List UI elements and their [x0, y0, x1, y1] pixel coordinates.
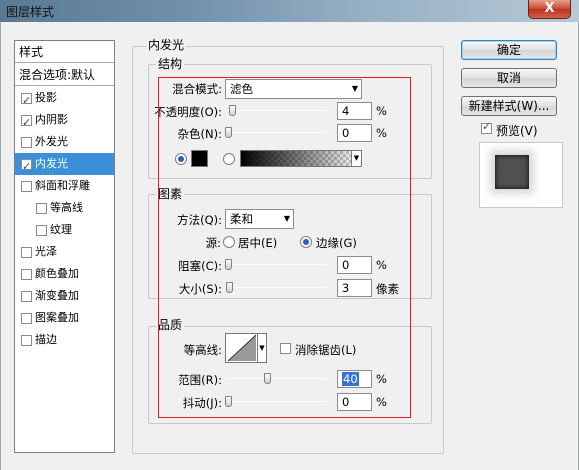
- style-item[interactable]: 图案叠加: [15, 307, 114, 329]
- style-item[interactable]: 描边: [15, 329, 114, 351]
- style-item[interactable]: 渐变叠加: [15, 285, 114, 307]
- style-item[interactable]: 内发光: [15, 153, 114, 178]
- close-icon: X: [544, 1, 555, 16]
- style-item-label: 斜面和浮雕: [35, 179, 90, 192]
- style-item-label: 外发光: [35, 135, 68, 148]
- style-item-label: 纹理: [50, 223, 72, 236]
- blend-options-item[interactable]: 混合选项:默认: [15, 64, 114, 86]
- style-item[interactable]: 外发光: [15, 131, 114, 153]
- style-item[interactable]: 纹理: [15, 219, 114, 241]
- style-item-checkbox[interactable]: [21, 90, 32, 112]
- title-bar[interactable]: 图层样式: [0, 0, 579, 22]
- style-item-checkbox[interactable]: [21, 112, 32, 134]
- style-item-label: 内阴影: [35, 113, 68, 126]
- style-item-checkbox[interactable]: [36, 225, 47, 236]
- style-item-label: 图案叠加: [35, 311, 79, 324]
- window-title: 图层样式: [6, 5, 55, 19]
- style-item[interactable]: 颜色叠加: [15, 263, 114, 285]
- style-item[interactable]: 内阴影: [15, 109, 114, 134]
- cancel-button[interactable]: 取消: [461, 68, 557, 88]
- style-item-label: 光泽: [35, 245, 57, 258]
- style-item-checkbox[interactable]: [21, 313, 32, 324]
- style-item[interactable]: 投影: [15, 87, 114, 112]
- style-item-label: 颜色叠加: [35, 267, 79, 280]
- style-item[interactable]: 等高线: [15, 197, 114, 219]
- ok-button[interactable]: 确定: [461, 40, 557, 60]
- style-item-checkbox[interactable]: [21, 247, 32, 258]
- style-item-checkbox[interactable]: [21, 291, 32, 302]
- style-item-label: 描边: [35, 333, 57, 346]
- style-item-checkbox[interactable]: [21, 137, 32, 148]
- style-item-label: 渐变叠加: [35, 289, 79, 302]
- preview-label: 预览(V): [496, 124, 538, 138]
- style-item-checkbox[interactable]: [21, 156, 32, 178]
- style-item-label: 内发光: [35, 157, 68, 170]
- style-item[interactable]: 光泽: [15, 241, 114, 263]
- preview-checkbox[interactable]: [481, 120, 492, 134]
- structure-title: 结构: [156, 57, 185, 71]
- highlight-annotation-box: [158, 77, 411, 418]
- style-item-checkbox[interactable]: [36, 203, 47, 214]
- close-button[interactable]: X: [528, 0, 571, 19]
- panel-title: 内发光: [146, 38, 187, 52]
- preview-swatch: [495, 155, 529, 189]
- style-item-checkbox[interactable]: [21, 181, 32, 192]
- new-style-button[interactable]: 新建样式(W)...: [461, 96, 557, 116]
- style-item[interactable]: 斜面和浮雕: [15, 175, 114, 197]
- style-list: 样式 混合选项:默认 投影内阴影外发光内发光斜面和浮雕等高线纹理光泽颜色叠加渐变…: [14, 40, 115, 453]
- style-item-label: 等高线: [50, 201, 83, 214]
- style-item-label: 投影: [35, 91, 57, 104]
- style-item-checkbox[interactable]: [21, 335, 32, 346]
- style-list-header: 样式: [15, 41, 114, 63]
- style-item-checkbox[interactable]: [21, 269, 32, 280]
